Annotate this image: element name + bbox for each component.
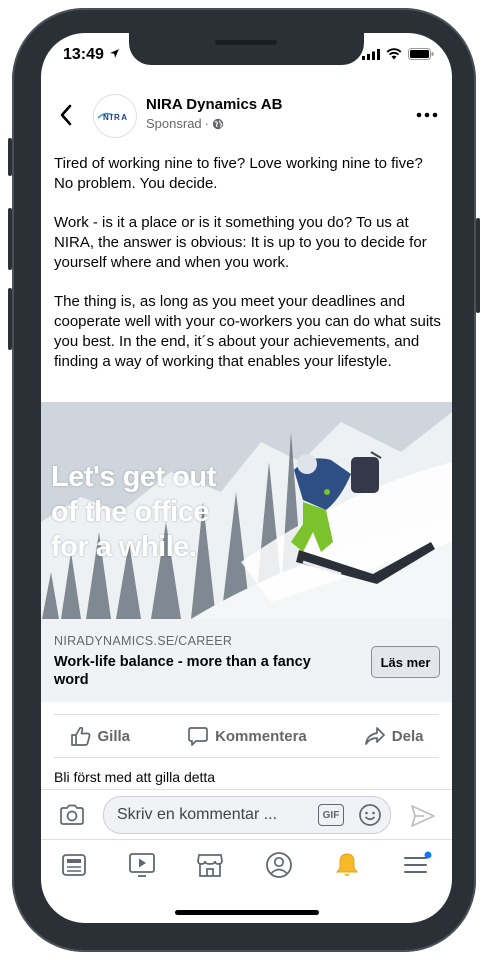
more-options-icon[interactable] (416, 112, 438, 118)
divider (54, 714, 439, 715)
status-icons (362, 48, 434, 60)
home-indicator[interactable] (175, 910, 319, 915)
status-time: 13:49 (63, 46, 120, 64)
wifi-icon (386, 48, 402, 60)
comment-bubble-icon (188, 727, 208, 746)
send-icon[interactable] (410, 804, 436, 828)
globe-icon (212, 118, 224, 129)
thumbs-up-icon (70, 726, 90, 746)
post-paragraph-3: The thing is, as long as you meet your d… (54, 293, 441, 370)
page-avatar[interactable]: NIRA (93, 94, 137, 138)
nira-logo-icon: NIRA (97, 112, 129, 122)
marketplace-icon[interactable] (196, 852, 224, 878)
sponsored-text: Sponsrad (146, 116, 202, 131)
notifications-icon[interactable] (333, 851, 361, 879)
share-label: Dela (391, 727, 424, 745)
post-header: NIRA NIRA Dynamics AB Sponsrad · (41, 91, 452, 139)
comment-input[interactable]: Skriv en kommentar ... GIF (103, 796, 391, 834)
like-label: Gilla (97, 727, 131, 745)
share-button[interactable]: Dela (364, 725, 424, 747)
battery-icon (408, 48, 434, 60)
emoji-icon[interactable] (358, 803, 382, 827)
share-arrow-icon (364, 727, 385, 745)
separator-dot: · (204, 116, 209, 131)
cellular-signal-icon (362, 48, 380, 60)
volume-up-button (8, 208, 12, 270)
post-paragraph-2: Work - is it a place or is it something … (54, 214, 427, 271)
news-feed-icon[interactable] (61, 853, 87, 877)
ad-image[interactable]: Let's get out of the office for a while. (41, 402, 452, 619)
camera-icon[interactable] (59, 804, 85, 826)
back-icon[interactable] (59, 104, 73, 126)
sponsored-label: Sponsrad · (146, 116, 224, 131)
volume-down-button (8, 288, 12, 350)
page-name[interactable]: NIRA Dynamics AB (146, 96, 282, 113)
first-like-text: Bli först med att gilla detta (54, 769, 216, 785)
notch (129, 33, 364, 65)
phone-screen: 13:49 NIRA NIRA Dynamics AB Sponsrad · T… (41, 33, 452, 923)
link-domain: NIRADYNAMICS.SE/CAREER (54, 634, 233, 648)
image-headline-line-1: Let's get out (51, 461, 216, 493)
bottom-tab-bar (41, 839, 452, 890)
image-headline-line-2: of the office (51, 496, 209, 528)
post-paragraph-1: Tired of working nine to five? Love work… (54, 155, 423, 192)
image-headline-line-3: for a while. (51, 531, 197, 563)
link-preview[interactable]: NIRADYNAMICS.SE/CAREER Work-life balance… (41, 619, 452, 702)
like-button[interactable]: Gilla (70, 725, 131, 747)
image-headline: Let's get out of the office for a while. (51, 460, 216, 565)
gif-button[interactable]: GIF (318, 804, 344, 826)
comment-label: Kommentera (215, 727, 307, 745)
comment-bar: Skriv en kommentar ... GIF (41, 789, 452, 840)
status-time-text: 13:49 (63, 46, 104, 63)
menu-icon[interactable] (402, 851, 432, 879)
post-actions: Gilla Kommentera Dela (41, 717, 452, 755)
post-body: Tired of working nine to five? Love work… (54, 154, 444, 391)
location-arrow-icon (110, 49, 120, 58)
power-button (476, 218, 480, 313)
learn-more-button[interactable]: Läs mer (371, 646, 440, 678)
mute-switch (8, 138, 12, 176)
watch-icon[interactable] (128, 852, 156, 878)
svg-text:NIRA: NIRA (103, 113, 129, 122)
comment-placeholder: Skriv en kommentar ... (117, 806, 278, 823)
speaker (215, 40, 277, 45)
divider (54, 757, 439, 758)
profile-icon[interactable] (265, 851, 293, 879)
link-title: Work-life balance - more than a fancy wo… (54, 654, 311, 688)
comment-button[interactable]: Kommentera (187, 725, 307, 747)
